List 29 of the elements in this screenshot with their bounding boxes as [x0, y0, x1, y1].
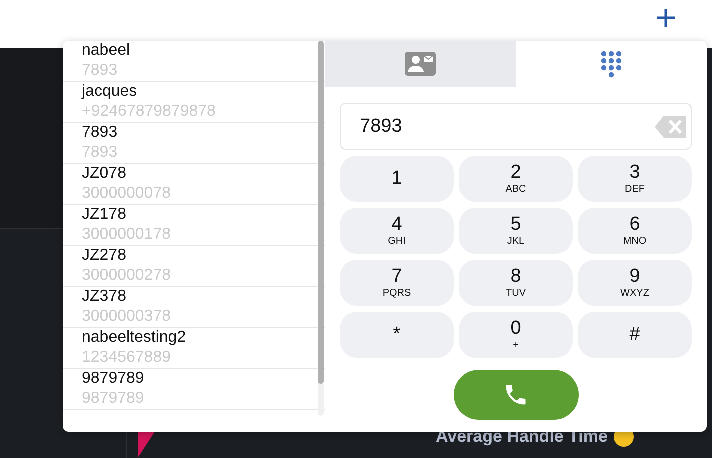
dial-key[interactable]: 3 DEF	[578, 156, 692, 202]
contact-name: nabeel	[82, 41, 132, 61]
contact-name: 7893	[82, 123, 119, 143]
contact-card-icon	[405, 52, 436, 76]
contacts-tab[interactable]	[325, 41, 516, 87]
contact-name: JZ278	[82, 246, 128, 266]
number-field[interactable]: 7893	[340, 103, 692, 150]
backspace-icon[interactable]	[655, 116, 686, 138]
dial-key[interactable]: 0 +	[459, 312, 573, 358]
dialpad-tab[interactable]	[516, 41, 707, 87]
dial-key[interactable]: 5 JKL	[459, 208, 573, 254]
contact-name: 9879789	[82, 369, 146, 389]
add-button[interactable]	[654, 6, 678, 30]
call-button[interactable]	[454, 370, 578, 420]
dial-key[interactable]: 8 TUV	[459, 260, 573, 306]
dial-key[interactable]: #	[578, 312, 692, 358]
dial-key[interactable]: 1	[340, 156, 454, 202]
contact-name: jacques	[82, 82, 138, 102]
dial-key[interactable]: 9 WXYZ	[578, 260, 692, 306]
contact-name: JZ378	[82, 287, 128, 307]
contact-name: JZ178	[82, 205, 128, 225]
dial-key[interactable]: *	[340, 312, 454, 358]
contact-name: nabeeltesting2	[82, 328, 188, 348]
dial-key[interactable]: 7 PQRS	[340, 260, 454, 306]
dialpad-icon	[601, 50, 622, 78]
contact-name: JZ078	[82, 164, 128, 184]
dial-key[interactable]: 6 MNO	[578, 208, 692, 254]
dial-key[interactable]: 4 GHI	[340, 208, 454, 254]
dial-key[interactable]: 2 ABC	[459, 156, 573, 202]
